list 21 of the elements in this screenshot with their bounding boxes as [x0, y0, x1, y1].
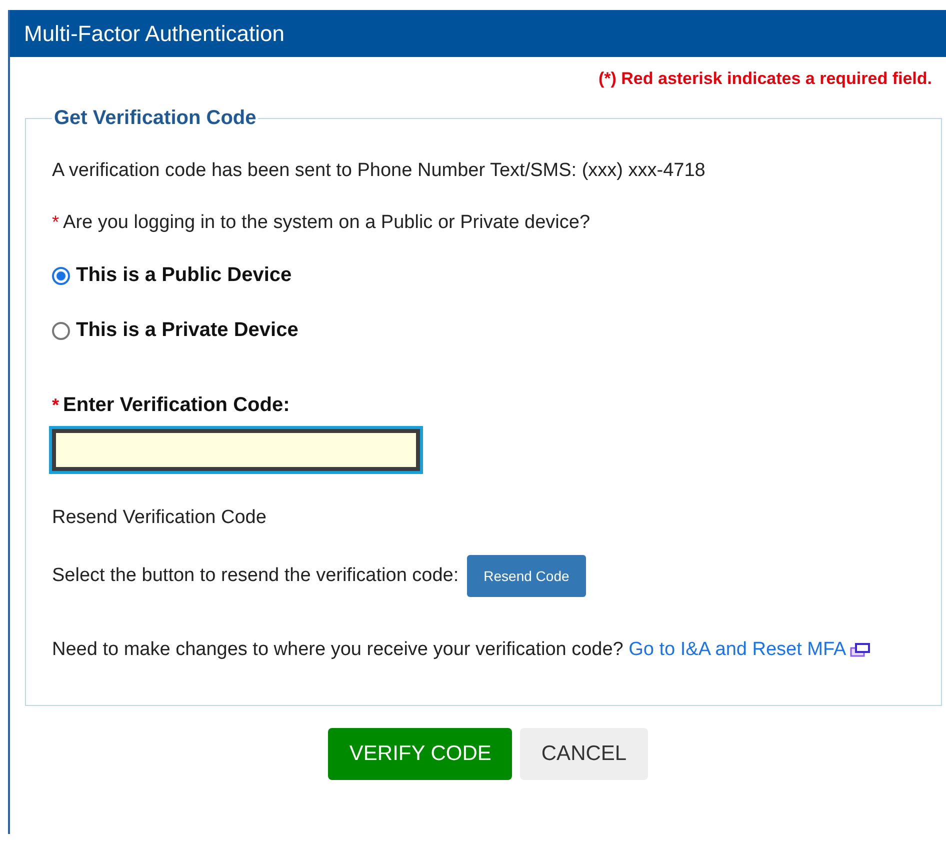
resend-prompt: Select the button to resend the verification code: — [52, 565, 459, 587]
resend-code-button[interactable]: Resend Code — [466, 555, 586, 597]
cancel-button[interactable]: CANCEL — [520, 728, 648, 780]
reset-mfa-link[interactable]: Go to I&A and Reset MFA — [628, 639, 846, 660]
required-asterisk: * — [52, 395, 60, 415]
required-note: (*) Red asterisk indicates a required field. — [597, 68, 933, 89]
radio-option[interactable]: This is a Private Device — [52, 319, 915, 342]
device-question: Are you logging in to the system on a Public or Private device? — [63, 212, 590, 233]
radio-button[interactable] — [52, 322, 70, 340]
required-asterisk: * — [52, 212, 60, 232]
sent-message: A verification code has been sent to Phone Number Text/SMS: (xxx) xxx-4718 — [52, 160, 706, 182]
new-window-icon — [850, 642, 870, 657]
radio-option[interactable]: This is a Public Device — [52, 264, 915, 287]
verify-button[interactable]: VERIFY CODE — [328, 728, 512, 780]
changes-text: Need to make changes to where you receive your verification code? Go to I&A and Reset MFA — [52, 635, 915, 665]
code-label: Enter Verification Code: — [63, 394, 290, 416]
window-title: Multi-Factor Authentication — [10, 10, 946, 57]
code-input-field[interactable] — [52, 429, 420, 471]
radio-button[interactable] — [52, 266, 70, 284]
resend-heading: Resend Verification Code — [52, 507, 268, 529]
section-legend: Get Verification Code — [52, 107, 258, 130]
